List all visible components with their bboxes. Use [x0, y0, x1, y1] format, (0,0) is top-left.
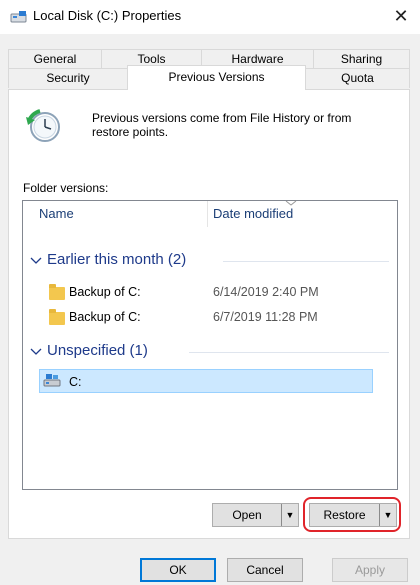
- tab-previous-versions[interactable]: Previous Versions: [127, 65, 306, 90]
- folder-versions-list[interactable]: Name Date modified Earlier this month (2…: [22, 200, 398, 490]
- open-button-label[interactable]: Open: [213, 504, 281, 526]
- group-collapse-chevron-icon[interactable]: [29, 344, 43, 360]
- group-header-earlier-this-month[interactable]: Earlier this month (2): [47, 249, 186, 271]
- ok-button[interactable]: OK: [140, 558, 216, 582]
- folder-versions-label: Folder versions:: [23, 181, 109, 195]
- folder-icon: [49, 309, 65, 325]
- group-divider: [223, 261, 389, 262]
- list-item-name[interactable]: Backup of C:: [69, 285, 141, 299]
- window-title: Local Disk (C:) Properties: [33, 8, 182, 23]
- list-item-selected[interactable]: [39, 369, 373, 393]
- tab-security[interactable]: Security: [8, 68, 128, 88]
- restore-highlight-ring: [303, 497, 401, 532]
- restore-clock-icon: [26, 107, 64, 145]
- list-item-date[interactable]: 6/14/2019 2:40 PM: [213, 285, 319, 299]
- group-divider: [189, 352, 389, 353]
- info-text: Previous versions come from File History…: [92, 111, 352, 139]
- list-item-name[interactable]: Backup of C:: [69, 310, 141, 324]
- tab-sharing[interactable]: Sharing: [313, 49, 410, 69]
- column-separator[interactable]: [207, 201, 208, 227]
- column-header-date-modified[interactable]: Date modified: [213, 201, 383, 227]
- drive-icon: [43, 374, 63, 388]
- apply-button[interactable]: Apply: [332, 558, 408, 582]
- folder-icon: [49, 284, 65, 300]
- open-button[interactable]: Open ▼: [212, 503, 299, 527]
- close-button[interactable]: ✕: [386, 2, 416, 30]
- tab-general[interactable]: General: [8, 49, 102, 69]
- list-item-name[interactable]: C:: [69, 375, 82, 389]
- column-header-name[interactable]: Name: [39, 201, 199, 227]
- group-header-unspecified[interactable]: Unspecified (1): [47, 340, 148, 362]
- open-dropdown-arrow-icon[interactable]: ▼: [281, 504, 298, 526]
- tab-quota[interactable]: Quota: [305, 68, 410, 88]
- group-collapse-chevron-icon[interactable]: [29, 253, 43, 269]
- list-item-date[interactable]: 6/7/2019 11:28 PM: [213, 310, 318, 324]
- cancel-button[interactable]: Cancel: [227, 558, 303, 582]
- drive-properties-icon: [10, 10, 28, 24]
